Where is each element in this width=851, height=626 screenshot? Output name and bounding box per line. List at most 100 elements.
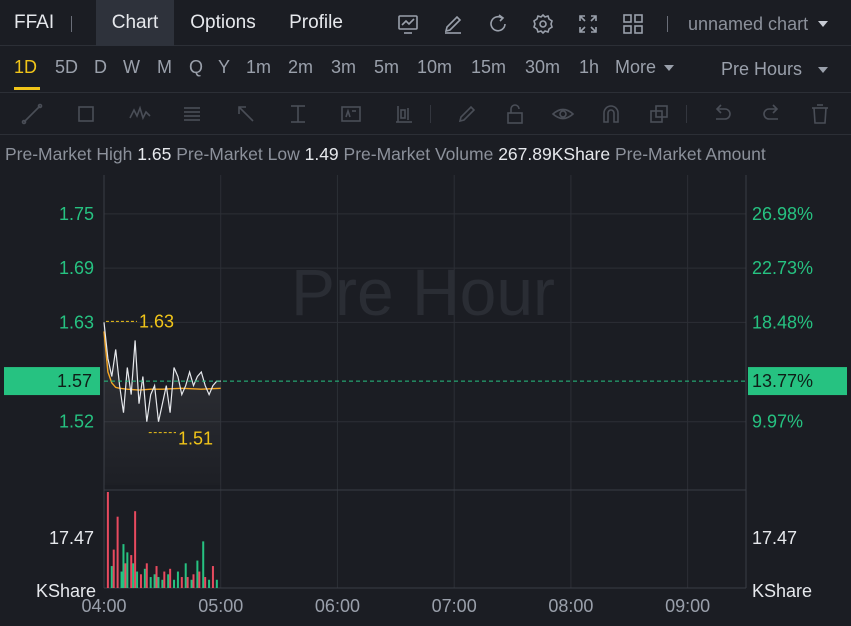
- volume-bar: [157, 577, 160, 588]
- premarket-high-label: Pre-Market High: [5, 144, 133, 164]
- x-tick-label: 05:00: [198, 596, 243, 616]
- volume-bar: [196, 560, 199, 588]
- text-icon[interactable]: [339, 102, 363, 126]
- interval-5d[interactable]: 5D: [55, 57, 78, 78]
- current-pct-label: 13.77%: [752, 371, 813, 391]
- x-tick-label: 06:00: [315, 596, 360, 616]
- current-price-label: 1.57: [57, 371, 92, 391]
- chart-name[interactable]: unnamed chart: [688, 14, 808, 35]
- tab-profile[interactable]: Profile: [272, 0, 360, 46]
- premarket-volume-value: 267.89KShare: [498, 144, 611, 164]
- trash-icon[interactable]: [808, 102, 832, 126]
- tool-separator: [686, 105, 687, 123]
- interval-1m[interactable]: 1m: [246, 57, 271, 78]
- volume-bar: [134, 511, 137, 588]
- chart-watermark: Pre Hour: [291, 255, 555, 329]
- x-tick-label: 07:00: [432, 596, 477, 616]
- premarket-info: Pre-Market High 1.65 Pre-Market Low 1.49…: [5, 144, 851, 165]
- interval-10m[interactable]: 10m: [417, 57, 452, 78]
- volume-unit-label-right: KShare: [752, 581, 812, 601]
- volume-bar: [124, 563, 127, 588]
- volume-bar: [143, 568, 146, 588]
- session-caret-icon[interactable]: [818, 67, 828, 73]
- volume-bar: [186, 577, 189, 588]
- x-tick-label: 09:00: [665, 596, 710, 616]
- volume-max-label-right: 17.47: [752, 528, 797, 548]
- volume-bar: [169, 568, 172, 588]
- price-range-icon[interactable]: [286, 102, 310, 126]
- volume-bar: [202, 541, 205, 588]
- interval-15m[interactable]: 15m: [471, 57, 506, 78]
- drawing-toolbar: [0, 92, 851, 135]
- volume-bar: [173, 579, 176, 588]
- interval-y[interactable]: Y: [218, 57, 230, 78]
- volume-bar: [110, 566, 113, 588]
- symbol-label[interactable]: FFAI: [14, 12, 54, 34]
- volume-bar: [126, 552, 129, 588]
- y-tick-label-right: 9.97%: [752, 412, 803, 432]
- arrow-icon[interactable]: [234, 102, 258, 126]
- premarket-high-value: 1.65: [137, 144, 172, 164]
- indicator-icon[interactable]: [396, 12, 420, 36]
- volume-bar: [208, 579, 211, 588]
- interval-1h[interactable]: 1h: [579, 57, 599, 78]
- volume-bar: [184, 563, 187, 588]
- session-select[interactable]: Pre Hours: [721, 59, 802, 80]
- clone-icon[interactable]: [647, 102, 671, 126]
- volume-bar: [176, 571, 179, 588]
- interval-more[interactable]: More: [615, 57, 656, 78]
- refresh-icon[interactable]: [486, 12, 510, 36]
- volume-bar: [136, 571, 139, 588]
- fib-icon[interactable]: [180, 102, 204, 126]
- y-tick-label-right: 22.73%: [752, 258, 813, 278]
- interval-q[interactable]: Q: [189, 57, 203, 78]
- interval-d[interactable]: D: [94, 57, 107, 78]
- tool-separator: [430, 105, 431, 123]
- tab-options[interactable]: Options: [174, 0, 272, 46]
- eye-icon[interactable]: [551, 102, 575, 126]
- lock-icon[interactable]: [503, 102, 527, 126]
- interval-5m[interactable]: 5m: [374, 57, 399, 78]
- volume-bar: [215, 579, 218, 588]
- tab-chart[interactable]: Chart: [96, 0, 174, 46]
- volume-bar: [211, 566, 214, 588]
- symbol-separator: [71, 16, 72, 32]
- volume-bar: [149, 577, 152, 588]
- active-interval-indicator: [14, 87, 40, 90]
- premarket-low-value: 1.49: [304, 144, 339, 164]
- long-short-icon[interactable]: [392, 102, 416, 126]
- interval-30m[interactable]: 30m: [525, 57, 560, 78]
- trend-line-icon[interactable]: [20, 102, 44, 126]
- volume-bar: [190, 579, 193, 588]
- volume-bar: [155, 566, 158, 588]
- pattern-icon[interactable]: [128, 102, 152, 126]
- y-tick-label-left: 1.52: [59, 412, 94, 432]
- volume-bar: [204, 577, 207, 588]
- y-tick-label-right: 26.98%: [752, 204, 813, 224]
- redo-icon[interactable]: [760, 102, 784, 126]
- volume-bar: [198, 571, 201, 588]
- draw-icon[interactable]: [441, 12, 465, 36]
- interval-m[interactable]: M: [157, 57, 172, 78]
- undo-icon[interactable]: [710, 102, 734, 126]
- magnet-icon[interactable]: [599, 102, 623, 126]
- premarket-amount-label: Pre-Market Amount: [614, 144, 766, 164]
- top-bar: FFAI Chart Options Profile unnamed chart: [0, 0, 851, 46]
- volume-bar: [120, 571, 123, 588]
- price-chart[interactable]: Pre Hour 1.75 26.98% 1.69 22.73% 1.63 18.48% 1.…: [0, 170, 851, 626]
- interval-1d[interactable]: 1D: [14, 57, 37, 78]
- volume-bar: [106, 492, 109, 588]
- interval-w[interactable]: W: [123, 57, 140, 78]
- pencil-icon[interactable]: [455, 102, 479, 126]
- interval-3m[interactable]: 3m: [331, 57, 356, 78]
- fullscreen-icon[interactable]: [576, 12, 600, 36]
- layout-icon[interactable]: [621, 12, 645, 36]
- rectangle-icon[interactable]: [74, 102, 98, 126]
- interval-2m[interactable]: 2m: [288, 57, 313, 78]
- more-caret-icon[interactable]: [664, 65, 674, 71]
- settings-icon[interactable]: [531, 12, 555, 36]
- volume-bar: [180, 577, 183, 588]
- premarket-low-label: Pre-Market Low: [176, 144, 300, 164]
- y-tick-label-left: 1.63: [59, 312, 94, 332]
- chart-name-caret-icon[interactable]: [818, 21, 828, 27]
